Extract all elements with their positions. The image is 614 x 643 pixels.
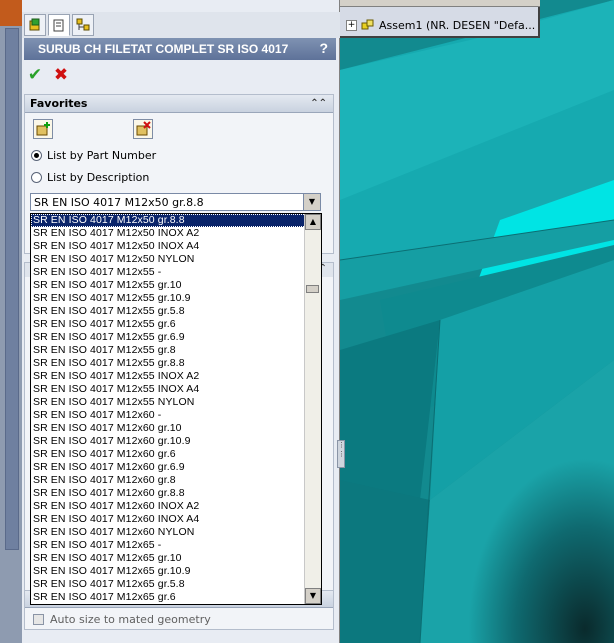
add-favorite-icon xyxy=(36,122,50,136)
favorites-title: Favorites xyxy=(30,97,88,110)
chevron-down-icon[interactable]: ▼ xyxy=(303,194,320,210)
tree-item-assem1[interactable]: + Assem1 (NR. DESEN "Defa... xyxy=(342,14,546,36)
tab-configuration-manager[interactable] xyxy=(72,14,94,36)
left-edge-panel xyxy=(0,0,22,643)
scroll-down-arrow-icon[interactable]: ▼ xyxy=(305,588,321,604)
list-item[interactable]: SR EN ISO 4017 M12x50 INOX A2 xyxy=(31,227,306,240)
list-item[interactable]: SR EN ISO 4017 M12x60 INOX A4 xyxy=(31,513,306,526)
property-manager-icon xyxy=(53,19,64,32)
list-item[interactable]: SR EN ISO 4017 M12x65 gr.5.8 xyxy=(31,578,306,591)
list-item[interactable]: SR EN ISO 4017 M12x60 gr.6.9 xyxy=(31,461,306,474)
list-item[interactable]: SR EN ISO 4017 M12x55 gr.6.9 xyxy=(31,331,306,344)
list-item[interactable]: SR EN ISO 4017 M12x55 NYLON xyxy=(31,396,306,409)
list-item[interactable]: SR EN ISO 4017 M12x60 - xyxy=(31,409,306,422)
list-item[interactable]: SR EN ISO 4017 M12x60 gr.10 xyxy=(31,422,306,435)
list-item[interactable]: SR EN ISO 4017 M12x65 gr.10.9 xyxy=(31,565,306,578)
tab-feature-manager[interactable] xyxy=(24,14,46,36)
left-scroll-track[interactable] xyxy=(5,28,19,550)
tree-item-label: Assem1 (NR. DESEN "Defa... xyxy=(379,18,536,32)
radio-label: List by Description xyxy=(47,170,150,184)
dropdown-scrollbar[interactable]: ▲ ▼ xyxy=(304,214,321,604)
auto-size-checkbox[interactable] xyxy=(33,614,44,625)
scroll-up-arrow-icon[interactable]: ▲ xyxy=(305,214,321,230)
list-item[interactable]: SR EN ISO 4017 M12x60 NYLON xyxy=(31,526,306,539)
list-item[interactable]: SR EN ISO 4017 M12x60 gr.10.9 xyxy=(31,435,306,448)
list-item[interactable]: SR EN ISO 4017 M12x55 gr.10 xyxy=(31,279,306,292)
favorites-dropdown-list[interactable]: SR EN ISO 4017 M12x50 gr.8.8 SR EN ISO 40… xyxy=(30,213,322,605)
list-item[interactable]: SR EN ISO 4017 M12x50 gr.8.8 xyxy=(31,214,306,227)
list-item[interactable]: SR EN ISO 4017 M12x60 gr.8 xyxy=(31,474,306,487)
auto-size-option[interactable]: Auto size to mated geometry xyxy=(33,613,211,626)
list-item[interactable]: SR EN ISO 4017 M12x55 gr.5.8 xyxy=(31,305,306,318)
page-title: SURUB CH FILETAT COMPLET SR ISO 4017 xyxy=(38,42,289,56)
dropdown-items: SR EN ISO 4017 M12x50 gr.8.8 SR EN ISO 40… xyxy=(31,214,306,604)
expand-icon[interactable]: + xyxy=(346,19,357,31)
orange-tab xyxy=(0,0,22,26)
list-item[interactable]: SR EN ISO 4017 M12x50 INOX A4 xyxy=(31,240,306,253)
favorites-header[interactable]: Favorites ⌃⌃ xyxy=(25,95,333,113)
configuration-icon xyxy=(76,18,90,31)
help-button[interactable]: ? xyxy=(319,40,328,56)
list-item[interactable]: SR EN ISO 4017 M12x65 gr.6 xyxy=(31,591,306,604)
scroll-thumb[interactable] xyxy=(306,285,319,293)
list-item[interactable]: SR EN ISO 4017 M12x55 gr.6 xyxy=(31,318,306,331)
list-item[interactable]: SR EN ISO 4017 M12x55 INOX A2 xyxy=(31,370,306,383)
list-item[interactable]: SR EN ISO 4017 M12x55 INOX A4 xyxy=(31,383,306,396)
manager-tabs xyxy=(22,12,340,38)
delete-favorite-icon xyxy=(136,121,151,136)
combo-value: SR EN ISO 4017 M12x50 gr.8.8 xyxy=(34,196,204,209)
favorites-combo[interactable]: SR EN ISO 4017 M12x50 gr.8.8 ▼ xyxy=(30,193,321,211)
list-item[interactable]: SR EN ISO 4017 M12x60 INOX A2 xyxy=(31,500,306,513)
radio-label: List by Part Number xyxy=(47,148,157,162)
assembly-icon xyxy=(361,18,375,32)
collapse-icon[interactable]: ⌃⌃ xyxy=(310,95,327,113)
list-item[interactable]: SR EN ISO 4017 M12x55 gr.8 xyxy=(31,344,306,357)
add-favorite-button[interactable] xyxy=(33,119,53,139)
graphics-viewport[interactable] xyxy=(340,0,614,643)
list-item[interactable]: SR EN ISO 4017 M12x55 gr.8.8 xyxy=(31,357,306,370)
radio-button[interactable] xyxy=(31,171,42,183)
list-item[interactable]: SR EN ISO 4017 M12x50 NYLON xyxy=(31,253,306,266)
list-item[interactable]: SR EN ISO 4017 M12x55 - xyxy=(31,266,306,279)
radio-list-by-part-number[interactable]: List by Part Number xyxy=(31,147,156,163)
ok-button[interactable]: ✔ xyxy=(26,66,44,84)
delete-favorite-button[interactable] xyxy=(133,119,153,139)
list-item[interactable]: SR EN ISO 4017 M12x60 gr.8.8 xyxy=(31,487,306,500)
radio-list-by-description[interactable]: List by Description xyxy=(31,169,149,185)
model-geometry xyxy=(340,0,614,643)
tab-property-manager[interactable] xyxy=(48,14,70,36)
cancel-button[interactable]: ✖ xyxy=(52,66,70,84)
list-item[interactable]: SR EN ISO 4017 M12x65 - xyxy=(31,539,306,552)
list-item[interactable]: SR EN ISO 4017 M12x55 gr.10.9 xyxy=(31,292,306,305)
list-item[interactable]: SR EN ISO 4017 M12x60 gr.6 xyxy=(31,448,306,461)
radio-button-checked[interactable] xyxy=(31,149,42,161)
panel-splitter-handle[interactable]: ⋮ ⋮ xyxy=(337,440,345,468)
feature-tree-icon xyxy=(29,18,40,31)
list-item[interactable]: SR EN ISO 4017 M12x65 gr.10 xyxy=(31,552,306,565)
property-manager-title-bar: SURUB CH FILETAT COMPLET SR ISO 4017 ? xyxy=(24,38,336,60)
auto-size-label: Auto size to mated geometry xyxy=(50,613,211,626)
